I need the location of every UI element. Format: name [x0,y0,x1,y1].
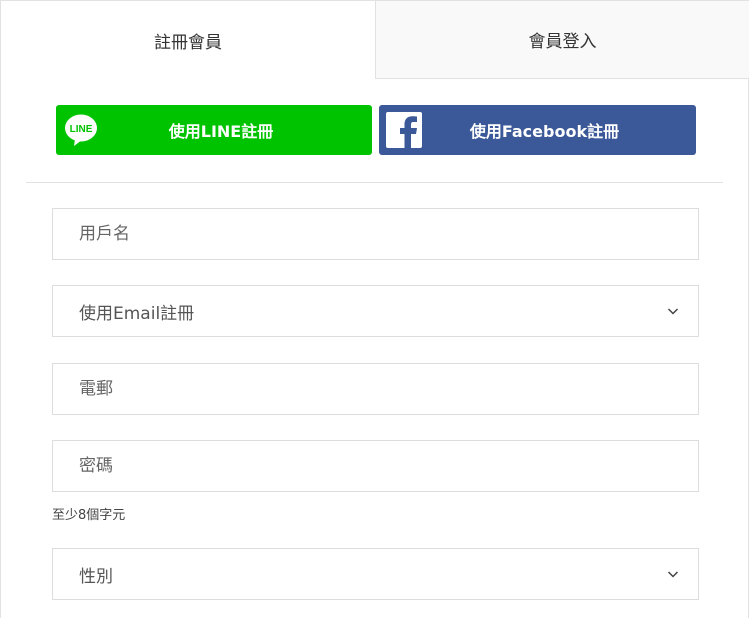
line-signup-label: 使用LINE註冊 [168,122,274,141]
line-signup-button[interactable]: LINE 使用LINE註冊 [56,105,372,155]
username-input[interactable] [53,209,698,259]
email-field[interactable] [52,363,699,415]
facebook-signup-button[interactable]: 使用Facebook註冊 [379,105,696,155]
signup-method-value: 使用Email註冊 [79,303,195,324]
tab-login[interactable]: 會員登入 [375,1,749,79]
tab-register[interactable]: 註冊會員 [1,1,375,79]
facebook-signup-label: 使用Facebook註冊 [469,122,620,141]
tab-bar: 註冊會員 會員登入 [1,1,749,79]
email-input[interactable] [53,364,698,414]
signup-method-select[interactable]: 使用Email註冊 [52,285,699,337]
tab-login-label: 會員登入 [528,32,597,52]
password-field[interactable] [52,440,699,492]
tab-register-label: 註冊會員 [154,32,222,53]
signup-panel: 註冊會員 會員登入 LINE 使用LINE註冊 使用Facebook註冊 使用E… [0,0,749,618]
password-hint: 至少8個字元 [52,508,126,523]
gender-value: 性別 [79,566,113,587]
username-field[interactable] [52,208,699,260]
chevron-down-icon [667,308,679,315]
chevron-down-icon [667,571,679,578]
password-input[interactable] [53,441,698,491]
section-divider [26,182,723,183]
gender-select[interactable]: 性別 [52,548,699,600]
